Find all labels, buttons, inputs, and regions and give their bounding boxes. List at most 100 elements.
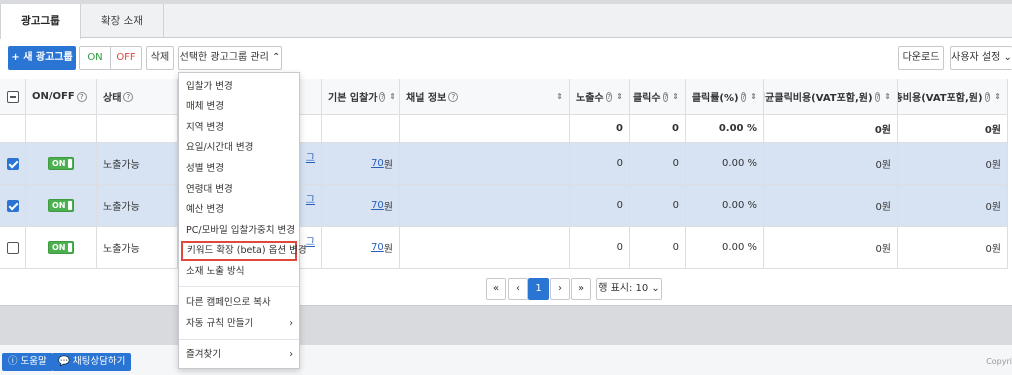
header-status-label: 상태 (103, 93, 122, 104)
new-ad-group-button[interactable]: + 새 광고그룹 (8, 46, 76, 70)
summary-cell (26, 115, 97, 143)
menu-separator (179, 286, 299, 287)
menu-item-schedule[interactable]: 요일/시간대 변경 (179, 138, 299, 158)
header-status[interactable]: 상태? (97, 79, 178, 115)
status-cell: 노출가능 (97, 185, 178, 227)
bid-link[interactable]: 70 (371, 242, 384, 253)
first-page-button[interactable]: « (486, 278, 506, 300)
last-page-button[interactable]: » (571, 278, 591, 300)
help-icon[interactable]: ? (740, 91, 747, 102)
sort-icon[interactable]: ⇕ (389, 92, 396, 101)
tab-bar: 광고그룹 확장 소재 (0, 0, 1012, 39)
menu-item-region[interactable]: 지역 변경 (179, 118, 299, 138)
help-icon[interactable]: ? (448, 91, 459, 102)
select-all-checkbox[interactable] (6, 90, 19, 103)
menu-item-keyword-expansion[interactable]: 키워드 확장 (beta) 옵션 변경 (181, 241, 307, 261)
menu-item-device-weight[interactable]: PC/모바일 입찰가중치 변경 (179, 221, 299, 241)
summary-cell (97, 115, 178, 143)
bid-link[interactable]: 70 (371, 200, 384, 211)
next-page-button[interactable]: › (550, 278, 570, 300)
menu-item-auto-rule[interactable]: 자동 규칙 만들기 › (179, 314, 299, 334)
help-icon[interactable]: ? (605, 91, 613, 102)
ad-group-name-link[interactable]: 그 (306, 191, 315, 206)
menu-item-gender[interactable]: 성별 변경 (179, 159, 299, 179)
bid-cell: 70 원 (322, 227, 400, 269)
bid-link[interactable]: 70 (371, 158, 384, 169)
manage-selected-menu: 입찰가 변경 매체 변경 지역 변경 요일/시간대 변경 성별 변경 연령대 변… (178, 72, 307, 369)
on-button[interactable]: ON (79, 46, 111, 70)
sort-icon[interactable]: ⇕ (556, 92, 563, 101)
summary-clicks: 0 (630, 115, 686, 143)
status-cell: 노출가능 (97, 227, 178, 269)
header-onoff[interactable]: ON/OFF? (26, 79, 97, 115)
footer: ⓘ 도움말 💬 채팅상담하기 Copyri (0, 345, 1012, 375)
row-checkbox[interactable] (6, 199, 19, 212)
menu-item-asset-display[interactable]: 소재 노출 방식 (179, 262, 299, 282)
header-impressions[interactable]: 노출수? ⇕ (570, 79, 630, 115)
total-cost-cell: 0원 (898, 227, 1008, 269)
menu-item-copy-campaign[interactable]: 다른 캠페인으로 복사 (179, 293, 299, 313)
channel-cell (400, 143, 570, 185)
off-button[interactable]: OFF (110, 46, 142, 70)
clicks-cell: 0 (630, 227, 686, 269)
sort-icon[interactable]: ⇕ (750, 92, 757, 101)
header-avg-cpc-label: 평균클릭비용(VAT포함,원) (764, 93, 873, 104)
ctr-cell: 0.00 % (686, 185, 764, 227)
header-clicks[interactable]: 클릭수? ⇕ (630, 79, 686, 115)
header-channel[interactable]: 채널 정보? ⇕ (400, 79, 570, 115)
row-checkbox[interactable] (6, 157, 19, 170)
tab-extension-assets[interactable]: 확장 소재 (81, 4, 164, 38)
help-button[interactable]: ⓘ 도움말 (2, 353, 53, 371)
sort-icon[interactable]: ⇕ (616, 92, 623, 101)
header-ctr[interactable]: 클릭률(%)? ⇕ (686, 79, 764, 115)
summary-impressions: 0 (570, 115, 630, 143)
tab-ad-group[interactable]: 광고그룹 (0, 4, 81, 39)
rows-per-page-select[interactable]: 행 표시: 10 ⌄ (596, 278, 662, 300)
header-avg-cpc[interactable]: 평균클릭비용(VAT포함,원)? ⇕ (764, 79, 898, 115)
bid-unit: 원 (383, 202, 393, 213)
chat-icon: 💬 (58, 356, 70, 367)
user-settings-dropdown[interactable]: 사용자 설정 ⌄ (950, 46, 1012, 70)
summary-cell (400, 115, 570, 143)
manage-selected-dropdown[interactable]: 선택한 광고그룹 관리 ⌃ (178, 46, 282, 70)
avg-cpc-cell: 0원 (764, 227, 898, 269)
ad-group-name-link[interactable]: 그 (306, 149, 315, 164)
help-icon[interactable]: ? (662, 91, 669, 102)
onoff-toggle[interactable]: ON (48, 241, 74, 254)
bid-cell: 70 원 (322, 185, 400, 227)
help-icon[interactable]: ? (76, 91, 87, 102)
help-icon[interactable]: ? (984, 91, 991, 102)
row-select-cell (0, 185, 26, 227)
header-total-cost[interactable]: 총비용(VAT포함,원)? ⇕ (898, 79, 1008, 115)
onoff-toggle[interactable]: ON (48, 157, 74, 170)
help-label: 도움말 (20, 356, 47, 367)
bid-cell: 70 원 (322, 143, 400, 185)
menu-item-bid[interactable]: 입찰가 변경 (179, 77, 299, 97)
help-icon[interactable]: ? (123, 91, 134, 102)
download-button[interactable]: 다운로드 (898, 46, 944, 70)
clicks-cell: 0 (630, 185, 686, 227)
menu-item-media[interactable]: 매체 변경 (179, 97, 299, 117)
row-select-cell (0, 227, 26, 269)
menu-item-budget[interactable]: 예산 변경 (179, 200, 299, 220)
delete-button[interactable]: 삭제 (146, 46, 174, 70)
impressions-cell: 0 (570, 227, 630, 269)
ctr-cell: 0.00 % (686, 227, 764, 269)
onoff-toggle[interactable]: ON (48, 199, 74, 212)
chevron-right-icon: › (289, 318, 293, 329)
menu-item-favorites[interactable]: 즐겨찾기 › (179, 345, 299, 365)
page-1-button[interactable]: 1 (528, 278, 549, 300)
sort-icon[interactable]: ⇕ (994, 92, 1001, 101)
total-cost-cell: 0원 (898, 185, 1008, 227)
sort-icon[interactable]: ⇕ (672, 92, 679, 101)
sort-icon[interactable]: ⇕ (884, 92, 891, 101)
header-bid[interactable]: 기본 입찰가? ⇕ (322, 79, 400, 115)
prev-page-button[interactable]: ‹ (508, 278, 528, 300)
chat-support-button[interactable]: 💬 채팅상담하기 (52, 353, 132, 371)
row-checkbox[interactable] (6, 241, 19, 254)
chat-label: 채팅상담하기 (72, 356, 126, 367)
help-icon[interactable]: ? (379, 91, 386, 102)
ad-group-name-link[interactable]: 그 (306, 233, 315, 248)
help-icon[interactable]: ? (874, 91, 881, 102)
menu-item-age[interactable]: 연령대 변경 (179, 180, 299, 200)
